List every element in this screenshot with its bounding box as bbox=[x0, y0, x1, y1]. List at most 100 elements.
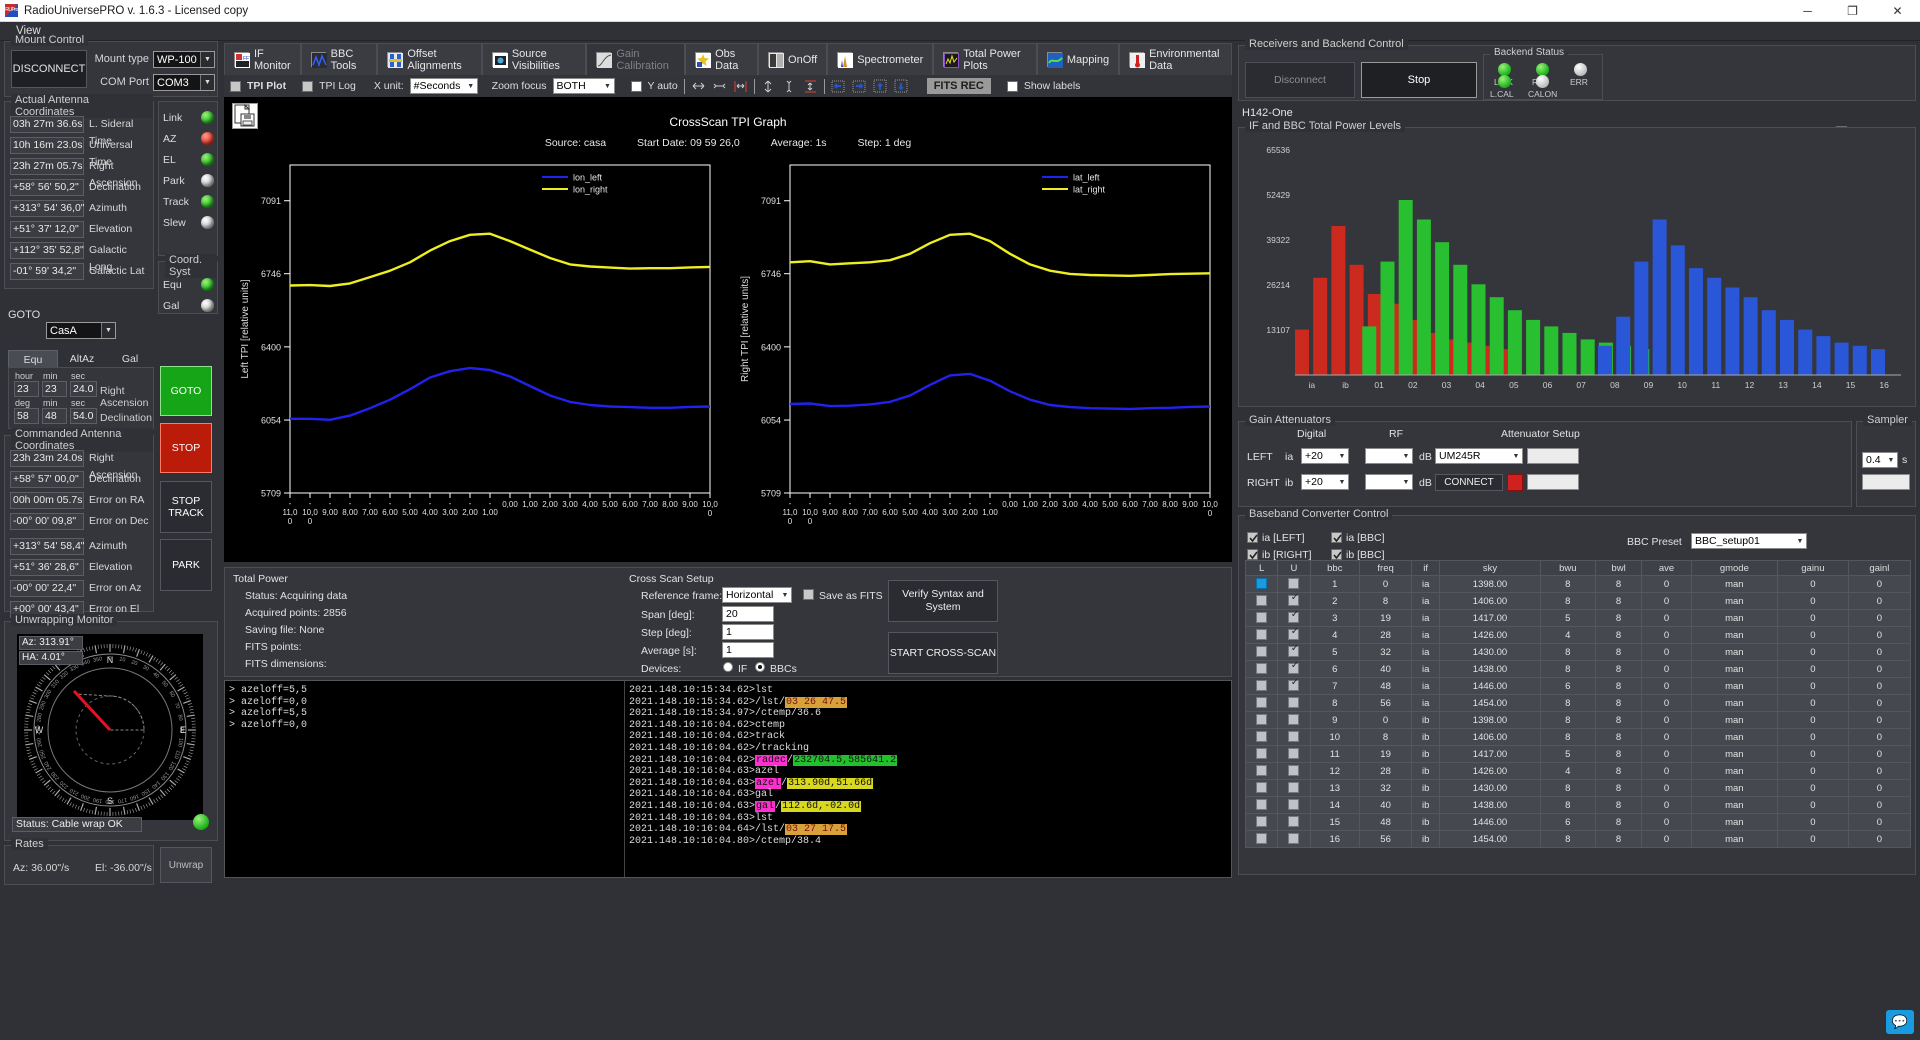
device-if-radio[interactable] bbox=[723, 662, 733, 672]
mount-type-combo[interactable]: WP-100 ▼ bbox=[153, 51, 215, 68]
bbc-cell-freq[interactable]: 56 bbox=[1358, 830, 1413, 848]
bbc-cell-bwl[interactable]: 8 bbox=[1594, 728, 1643, 746]
checkbox-L[interactable] bbox=[1256, 799, 1268, 811]
bbc-cell-gainu[interactable]: 0 bbox=[1777, 813, 1849, 831]
bbc-cell-gainl[interactable]: 0 bbox=[1847, 796, 1912, 814]
bbc-cell-if[interactable]: ib bbox=[1411, 728, 1441, 746]
bbc-cell-ave[interactable]: 0 bbox=[1641, 779, 1692, 797]
backend-disconnect-button[interactable]: Disconnect bbox=[1245, 62, 1355, 98]
zoom-y-fit-icon[interactable] bbox=[803, 79, 818, 94]
checkbox-U[interactable] bbox=[1288, 765, 1300, 777]
tab-total-power-plots[interactable]: Total Power Plots bbox=[933, 43, 1037, 75]
checkbox-L[interactable] bbox=[1256, 612, 1268, 624]
table-row[interactable]: 10 8 ib 1406.00 8 8 0 man 0 0 bbox=[1244, 728, 1912, 746]
bbc-cell-gainl[interactable]: 0 bbox=[1847, 592, 1912, 610]
bbc-cell-U[interactable] bbox=[1277, 660, 1311, 678]
bbc-cell-bwu[interactable]: 8 bbox=[1539, 830, 1596, 848]
bbc-cell-gainu[interactable]: 0 bbox=[1777, 677, 1849, 695]
tab-gal[interactable]: Gal bbox=[106, 350, 154, 368]
bbc-cell-bwl[interactable]: 8 bbox=[1594, 643, 1643, 661]
bbc-cell-gainu[interactable]: 0 bbox=[1777, 779, 1849, 797]
checkbox-L[interactable] bbox=[1256, 816, 1268, 828]
bbc-cell-bbc[interactable]: 1 bbox=[1309, 575, 1360, 593]
device-bbcs-radio[interactable] bbox=[755, 662, 765, 672]
bbc-cell-bbc[interactable]: 10 bbox=[1309, 728, 1360, 746]
fits-rec-button[interactable]: FITS REC bbox=[926, 78, 991, 94]
table-row[interactable]: 14 40 ib 1438.00 8 8 0 man 0 0 bbox=[1244, 796, 1912, 814]
bbc-cell-bwu[interactable]: 5 bbox=[1539, 745, 1596, 763]
table-row[interactable]: 28ia1406.00880man00 bbox=[1244, 592, 1912, 610]
dec-min-input[interactable]: 48 bbox=[42, 408, 67, 424]
bbc-cell-L[interactable] bbox=[1244, 660, 1279, 678]
com-port-combo[interactable]: COM3 ▼ bbox=[153, 74, 215, 91]
sampler-combo[interactable]: 0.4 ▼ bbox=[1862, 452, 1898, 468]
checkbox-U[interactable] bbox=[1288, 697, 1300, 709]
bbc-cell-gainl[interactable]: 0 bbox=[1847, 609, 1912, 627]
bbc-cell-U[interactable] bbox=[1277, 677, 1311, 695]
bbc-cell-sky[interactable]: 1438.00 bbox=[1439, 796, 1541, 814]
bbc-cell-bwl[interactable]: 8 bbox=[1594, 677, 1643, 695]
bbc-cell-bwl[interactable]: 8 bbox=[1594, 711, 1643, 729]
start-cross-scan-button[interactable]: START CROSS-SCAN bbox=[888, 632, 998, 674]
bbc-cell-U[interactable] bbox=[1277, 711, 1311, 729]
attenuator-connect-button[interactable]: CONNECT bbox=[1435, 474, 1503, 491]
table-row[interactable]: 640ia1438.00880man00 bbox=[1244, 660, 1912, 678]
bbc-cell-gainu[interactable]: 0 bbox=[1777, 643, 1849, 661]
dec-deg-input[interactable]: 58 bbox=[14, 408, 39, 424]
bbc-cell-ave[interactable]: 0 bbox=[1641, 643, 1692, 661]
bbc-cell-gainl[interactable]: 0 bbox=[1847, 728, 1912, 746]
pan-left-icon[interactable] bbox=[831, 79, 846, 94]
checkbox-L[interactable] bbox=[1256, 697, 1268, 709]
bbc-cell-sky[interactable]: 1426.00 bbox=[1439, 762, 1541, 780]
checkbox-U[interactable] bbox=[1288, 816, 1300, 828]
bbc-cell-ave[interactable]: 0 bbox=[1641, 762, 1692, 780]
bbc-cell-gainu[interactable]: 0 bbox=[1777, 694, 1849, 712]
bbc-cell-bwu[interactable]: 5 bbox=[1539, 609, 1596, 627]
bbc-cell-gmode[interactable]: man bbox=[1690, 779, 1779, 797]
verify-syntax-button[interactable]: Verify Syntax and System bbox=[888, 580, 998, 622]
bbc-cell-sky[interactable]: 1446.00 bbox=[1439, 677, 1541, 695]
bbc-table[interactable]: L Ubbc freq if sky bwu bwl ave gmode gainu gainl 1 0… bbox=[1244, 560, 1912, 848]
average-input[interactable]: 1 bbox=[722, 642, 774, 658]
bbc-cell-ave[interactable]: 0 bbox=[1641, 626, 1692, 644]
bbc-cell-bwl[interactable]: 8 bbox=[1594, 626, 1643, 644]
bbc-cell-U[interactable] bbox=[1277, 575, 1311, 593]
bbc-cell-gainl[interactable]: 0 bbox=[1847, 626, 1912, 644]
tab-spectrometer[interactable]: Spectrometer bbox=[827, 43, 934, 75]
bbc-cell-ave[interactable]: 0 bbox=[1641, 609, 1692, 627]
bbc-cell-gainu[interactable]: 0 bbox=[1777, 762, 1849, 780]
console-left-pane[interactable]: > azeloff=5,5 > azeloff=0,0 > azeloff=5,5 >… bbox=[225, 681, 625, 877]
table-row[interactable]: 748ia1446.00680man00 bbox=[1244, 677, 1912, 695]
bbc-preset-combo[interactable]: BBC_setup01 ▼ bbox=[1691, 533, 1807, 549]
stop-button[interactable]: STOP bbox=[160, 423, 212, 473]
bbc-cell-freq[interactable]: 8 bbox=[1358, 592, 1413, 610]
mount-disconnect-button[interactable]: DISCONNECT bbox=[11, 50, 87, 88]
table-row[interactable]: 15 48 ib 1446.00 6 8 0 man 0 0 bbox=[1244, 813, 1912, 831]
bbc-cell-bbc[interactable]: 7 bbox=[1309, 677, 1360, 695]
bbc-cell-bbc[interactable]: 15 bbox=[1309, 813, 1360, 831]
bbc-cell-bwu[interactable]: 8 bbox=[1539, 694, 1596, 712]
checkbox-L[interactable] bbox=[1256, 833, 1268, 845]
gain-digital-combo-left[interactable]: +20 ▼ bbox=[1301, 448, 1349, 464]
baseband-check-3[interactable] bbox=[1331, 549, 1342, 560]
zoom-focus-combo[interactable]: BOTH ▼ bbox=[552, 78, 615, 94]
tab-source-visibilities[interactable]: Source Visibilities bbox=[481, 43, 587, 75]
park-button[interactable]: PARK bbox=[160, 539, 212, 591]
bbc-cell-gmode[interactable]: man bbox=[1690, 762, 1779, 780]
bbc-cell-gainl[interactable]: 0 bbox=[1847, 830, 1912, 848]
checkbox-L[interactable] bbox=[1256, 646, 1268, 658]
help-bubble-icon[interactable]: 💬 bbox=[1886, 1010, 1914, 1034]
checkbox-U[interactable] bbox=[1288, 677, 1300, 692]
bbc-cell-if[interactable]: ia bbox=[1411, 660, 1441, 678]
bbc-cell-L[interactable] bbox=[1244, 796, 1279, 814]
checkbox-U[interactable] bbox=[1288, 643, 1300, 658]
bbc-cell-U[interactable] bbox=[1277, 626, 1311, 644]
bbc-cell-L[interactable] bbox=[1244, 626, 1279, 644]
bbc-cell-gmode[interactable]: man bbox=[1690, 575, 1779, 593]
ra-sec-input[interactable]: 24.0 bbox=[70, 381, 97, 397]
bbc-cell-ave[interactable]: 0 bbox=[1641, 830, 1692, 848]
table-row[interactable]: 11 19 ib 1417.00 5 8 0 man 0 0 bbox=[1244, 745, 1912, 763]
bbc-cell-L[interactable] bbox=[1244, 762, 1279, 780]
tab-if-monitor[interactable]: FFT IF Monitor bbox=[224, 43, 301, 75]
bbc-cell-gmode[interactable]: man bbox=[1690, 609, 1779, 627]
